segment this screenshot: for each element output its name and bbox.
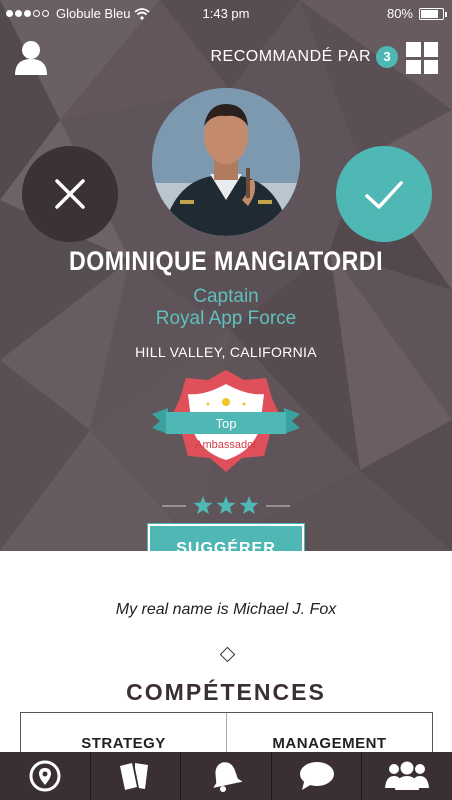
recommended-by-label[interactable]: RECOMMANDÉ PAR: [211, 48, 372, 66]
tab-community[interactable]: [362, 752, 452, 800]
status-bar: Globule Bleu 1:43 pm 80%: [0, 0, 452, 27]
tab-messages[interactable]: [272, 752, 363, 800]
bell-icon: [213, 762, 243, 792]
profile-name: DOMINIQUE MANGIATORDI: [69, 246, 383, 276]
skill-label: STRATEGY: [81, 735, 166, 752]
battery-percent: 80%: [386, 6, 413, 21]
tab-cards[interactable]: [91, 752, 182, 800]
map-pin-icon: [29, 760, 61, 792]
status-time: 1:43 pm: [202, 6, 250, 21]
dismiss-button[interactable]: [22, 146, 118, 242]
rating-stars: [162, 496, 290, 515]
battery-icon: [419, 7, 447, 20]
grid-menu-icon[interactable]: [406, 42, 438, 74]
profile-bio: My real name is Michael J. Fox: [115, 601, 337, 618]
profile-hero: Globule Bleu 1:43 pm 80% RECOMMANDÉ PAR …: [0, 0, 452, 551]
top-bar: RECOMMANDÉ PAR 3: [0, 40, 452, 80]
badge-top-label: Top: [216, 416, 237, 431]
separator-diamond-icon: [219, 646, 236, 663]
accept-button[interactable]: [336, 146, 432, 242]
skill-label: MANAGEMENT: [272, 735, 387, 752]
group-icon: [385, 761, 430, 790]
cards-icon: [120, 763, 149, 790]
rating-star-icon: [193, 496, 213, 515]
rating-star-icon: [216, 496, 236, 515]
check-icon: [365, 181, 403, 209]
skills-title: COMPÉTENCES: [126, 679, 326, 705]
chat-bubble-icon: [299, 762, 334, 790]
profile-role: Captain: [193, 286, 259, 307]
top-ambassador-badge: Top Ambassador: [148, 368, 304, 476]
close-icon: [55, 179, 85, 209]
profile-location: HILL VALLEY, CALIFORNIA: [135, 344, 317, 360]
recommended-count-badge[interactable]: 3: [376, 46, 398, 68]
tab-map[interactable]: [0, 752, 91, 800]
profile-organization: Royal App Force: [155, 308, 297, 329]
profile-avatar: [152, 88, 300, 236]
badge-ambassador-label: Ambassador: [195, 439, 257, 451]
profile-user-icon[interactable]: [14, 40, 48, 76]
bottom-tab-bar: [0, 752, 452, 800]
tab-notifications[interactable]: [181, 752, 272, 800]
rating-star-icon: [239, 496, 259, 515]
profile-screen: Globule Bleu 1:43 pm 80% RECOMMANDÉ PAR …: [0, 0, 452, 800]
suggest-button[interactable]: SUGGÉRER: [147, 523, 305, 551]
